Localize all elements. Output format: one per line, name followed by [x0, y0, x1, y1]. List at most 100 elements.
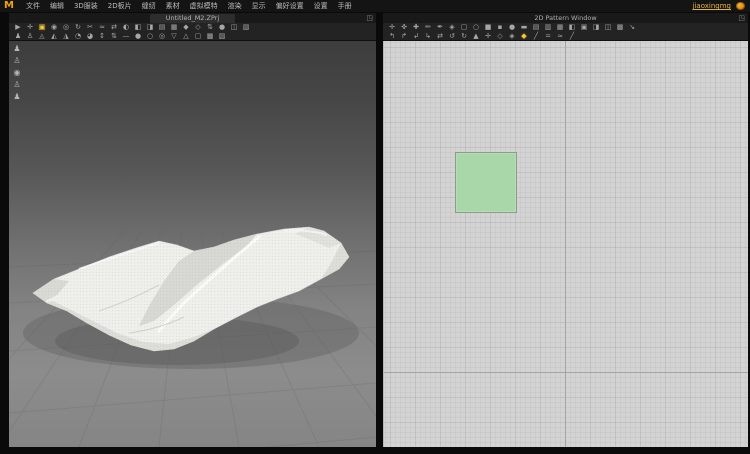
tool-2d-show-sewing-icon[interactable]: ◆	[518, 32, 530, 41]
toggle-show-hanger-toggle-icon[interactable]: ♙	[11, 80, 23, 90]
tool-2d-mn-segment-sewing-icon[interactable]: ↲	[410, 32, 422, 41]
tool-2d-overlap-icon[interactable]: ◫	[602, 23, 614, 32]
tool-3d-tape-measure-icon[interactable]: ◔	[72, 32, 84, 41]
tool-2d-filled-dot-icon[interactable]: ▪	[494, 23, 506, 32]
tool-2d-edit-curve-icon[interactable]: ✒	[434, 23, 446, 32]
menu-item-3d-garment[interactable]: 3D服装	[69, 0, 103, 12]
tool-2d-dart-icon[interactable]: ◈	[446, 23, 458, 32]
tool-2d-edit-sewing-icon[interactable]: ✛	[482, 32, 494, 41]
tool-3d-tri-down-view-icon[interactable]: ▽	[168, 32, 180, 41]
toggle-show-props-toggle-icon[interactable]: ♟	[11, 92, 23, 102]
tool-3d-rotate-garment-icon[interactable]: ↻	[72, 23, 84, 32]
tool-2d-select-box-2d-icon[interactable]: ▣	[578, 23, 590, 32]
tool-2d-fold-3d-icon[interactable]: ▲	[470, 32, 482, 41]
tool-2d-filled-rect-icon[interactable]: ■	[482, 23, 494, 32]
tool-3d-shade-view-icon[interactable]: ▩	[204, 32, 216, 41]
tool-3d-fold-arrangement-icon[interactable]: ◐	[120, 23, 132, 32]
tool-2d-filled-circle-icon[interactable]: ●	[506, 23, 518, 32]
toggle-show-pins-toggle-icon[interactable]: ◉	[11, 68, 23, 78]
tool-3d-target-view-icon[interactable]: ◎	[156, 32, 168, 41]
tool-3d-box-select-icon[interactable]: ▣	[36, 23, 48, 32]
viewport-2d-canvas[interactable]	[383, 41, 748, 447]
tool-2d-internal-rect-icon[interactable]: ▥	[542, 23, 554, 32]
tool-3d-show-platform-icon[interactable]: ◮	[60, 32, 72, 41]
tool-3d-circumference-measure-icon[interactable]: ◕	[84, 32, 96, 41]
tool-3d-pin-box-icon[interactable]: ◇	[192, 23, 204, 32]
tool-3d-swap-arrange-icon[interactable]: ⇅	[204, 23, 216, 32]
tool-3d-move-garment-icon[interactable]: ◧	[132, 23, 144, 32]
tool-3d-x-ray-joints-icon[interactable]: ◭	[48, 32, 60, 41]
tool-3d-hatch-view-icon[interactable]: ▨	[216, 32, 228, 41]
menu-item-sewing[interactable]: 缝纫	[137, 0, 161, 12]
tool-3d-select-move-icon[interactable]: ✛	[24, 23, 36, 32]
tool-3d-flatten-icon[interactable]: ▤	[156, 23, 168, 32]
project-tab[interactable]: Untitled_M2.ZPrj	[149, 13, 236, 23]
panel-divider[interactable]	[376, 13, 383, 447]
menu-item-2d-pattern[interactable]: 2D板片	[103, 0, 137, 12]
viewport-3d-canvas[interactable]: ♟ ♙ ◉ ♙ ♟	[9, 41, 376, 447]
menu-item-display[interactable]: 显示	[247, 0, 271, 12]
toggle-show-avatar-toggle-icon[interactable]: ♟	[11, 44, 23, 54]
menu-item-manual[interactable]: 手册	[333, 0, 357, 12]
tool-2d-pin-diamond-icon[interactable]: ◇	[494, 32, 506, 41]
tool-2d-add-point-icon[interactable]: ✚	[410, 23, 422, 32]
tool-2d-grid-pattern-icon[interactable]: ▦	[554, 23, 566, 32]
menu-item-render[interactable]: 渲染	[223, 0, 247, 12]
menu-item-preferences[interactable]: 偏好设置	[271, 0, 309, 12]
tool-3d-avatar-skin-icon[interactable]: ♙	[24, 32, 36, 41]
tool-3d-tri-up-view-icon[interactable]: △	[180, 32, 192, 41]
tool-3d-scale-garment-icon[interactable]: ◨	[144, 23, 156, 32]
menu-item-avatar[interactable]: 虚拟模特	[185, 0, 223, 12]
tool-2d-redo-sew-icon[interactable]: ↻	[458, 32, 470, 41]
tool-2d-seam-allowance-icon[interactable]: ▤	[530, 23, 542, 32]
tool-2d-full-shade-icon[interactable]: ▩	[614, 23, 626, 32]
tool-2d-detach-sewing-icon[interactable]: ◈	[506, 32, 518, 41]
menu-item-settings[interactable]: 设置	[309, 0, 333, 12]
username-link[interactable]: jiaoxingmg	[693, 2, 731, 10]
tool-3d-height-measure-icon[interactable]: ↕	[96, 32, 108, 41]
tool-2d-notch-line-icon[interactable]: ╱	[566, 32, 578, 41]
tool-3d-wind-icon[interactable]: ⇄	[108, 23, 120, 32]
tool-3d-freeze-icon[interactable]: ◫	[228, 23, 240, 32]
tool-2d-swap-sewing-icon[interactable]: ⇄	[434, 32, 446, 41]
tool-2d-half-shade-left-icon[interactable]: ◧	[566, 23, 578, 32]
tool-3d-baseline-icon[interactable]: —	[120, 32, 132, 41]
tool-2d-seam-line-icon[interactable]: ╱	[530, 32, 542, 41]
tool-3d-particle-distance-icon[interactable]: ●	[216, 23, 228, 32]
tool-3d-steam-icon[interactable]: ≈	[96, 23, 108, 32]
tool-2d-rectangle-icon[interactable]: ▢	[458, 23, 470, 32]
tool-3d-sewing-scissors-icon[interactable]: ✂	[84, 23, 96, 32]
tool-3d-quilt-icon[interactable]: ▦	[168, 23, 180, 32]
tool-3d-pin-icon[interactable]: ◎	[60, 23, 72, 32]
tool-3d-ring-prop-icon[interactable]: ○	[144, 32, 156, 41]
tool-2d-segment-sewing-icon[interactable]: ↰	[386, 32, 398, 41]
tool-2d-edit-pattern-icon[interactable]: ✜	[398, 23, 410, 32]
menu-item-material[interactable]: 素材	[161, 0, 185, 12]
tool-3d-sphere-prop-icon[interactable]: ●	[132, 32, 144, 41]
tool-2d-wave-seam-icon[interactable]: ≈	[554, 32, 566, 41]
tool-2d-half-shade-right-icon[interactable]: ◨	[590, 23, 602, 32]
tool-3d-show-avatar-icon[interactable]: ♟	[12, 32, 24, 41]
tool-2d-transform-pattern-icon[interactable]: ✛	[386, 23, 398, 32]
tool-3d-lasso-select-icon[interactable]: ◉	[48, 23, 60, 32]
undock-icon[interactable]: ◳	[738, 14, 745, 22]
pattern-piece-rect[interactable]	[455, 152, 517, 213]
tool-2d-circle-icon[interactable]: ○	[470, 23, 482, 32]
tool-3d-pin-point-icon[interactable]: ◆	[180, 23, 192, 32]
tool-2d-undo-sew-icon[interactable]: ↺	[446, 32, 458, 41]
undock-icon[interactable]: ◳	[366, 14, 373, 22]
menu-item-edit[interactable]: 编辑	[45, 0, 69, 12]
menu-item-file[interactable]: 文件	[21, 0, 45, 12]
tool-3d-frame-view-icon[interactable]: ▢	[192, 32, 204, 41]
user-badge-icon[interactable]	[736, 2, 745, 10]
tool-2d-equalize-line-icon[interactable]: =	[542, 32, 554, 41]
tool-3d-simulate-icon[interactable]: ▶	[12, 23, 24, 32]
tool-2d-bar-shape-icon[interactable]: ▬	[518, 23, 530, 32]
tool-2d-mn-free-sewing-icon[interactable]: ↳	[422, 32, 434, 41]
tool-2d-pen-icon[interactable]: ✏	[422, 23, 434, 32]
toggle-show-garment-toggle-icon[interactable]: ♙	[11, 56, 23, 66]
tool-2d-free-sewing-icon[interactable]: ↱	[398, 32, 410, 41]
tool-3d-swap-view-icon[interactable]: ⇅	[108, 32, 120, 41]
tool-2d-layout-icon[interactable]: ↘	[626, 23, 638, 32]
tool-3d-arrangement-points-icon[interactable]: ◬	[36, 32, 48, 41]
